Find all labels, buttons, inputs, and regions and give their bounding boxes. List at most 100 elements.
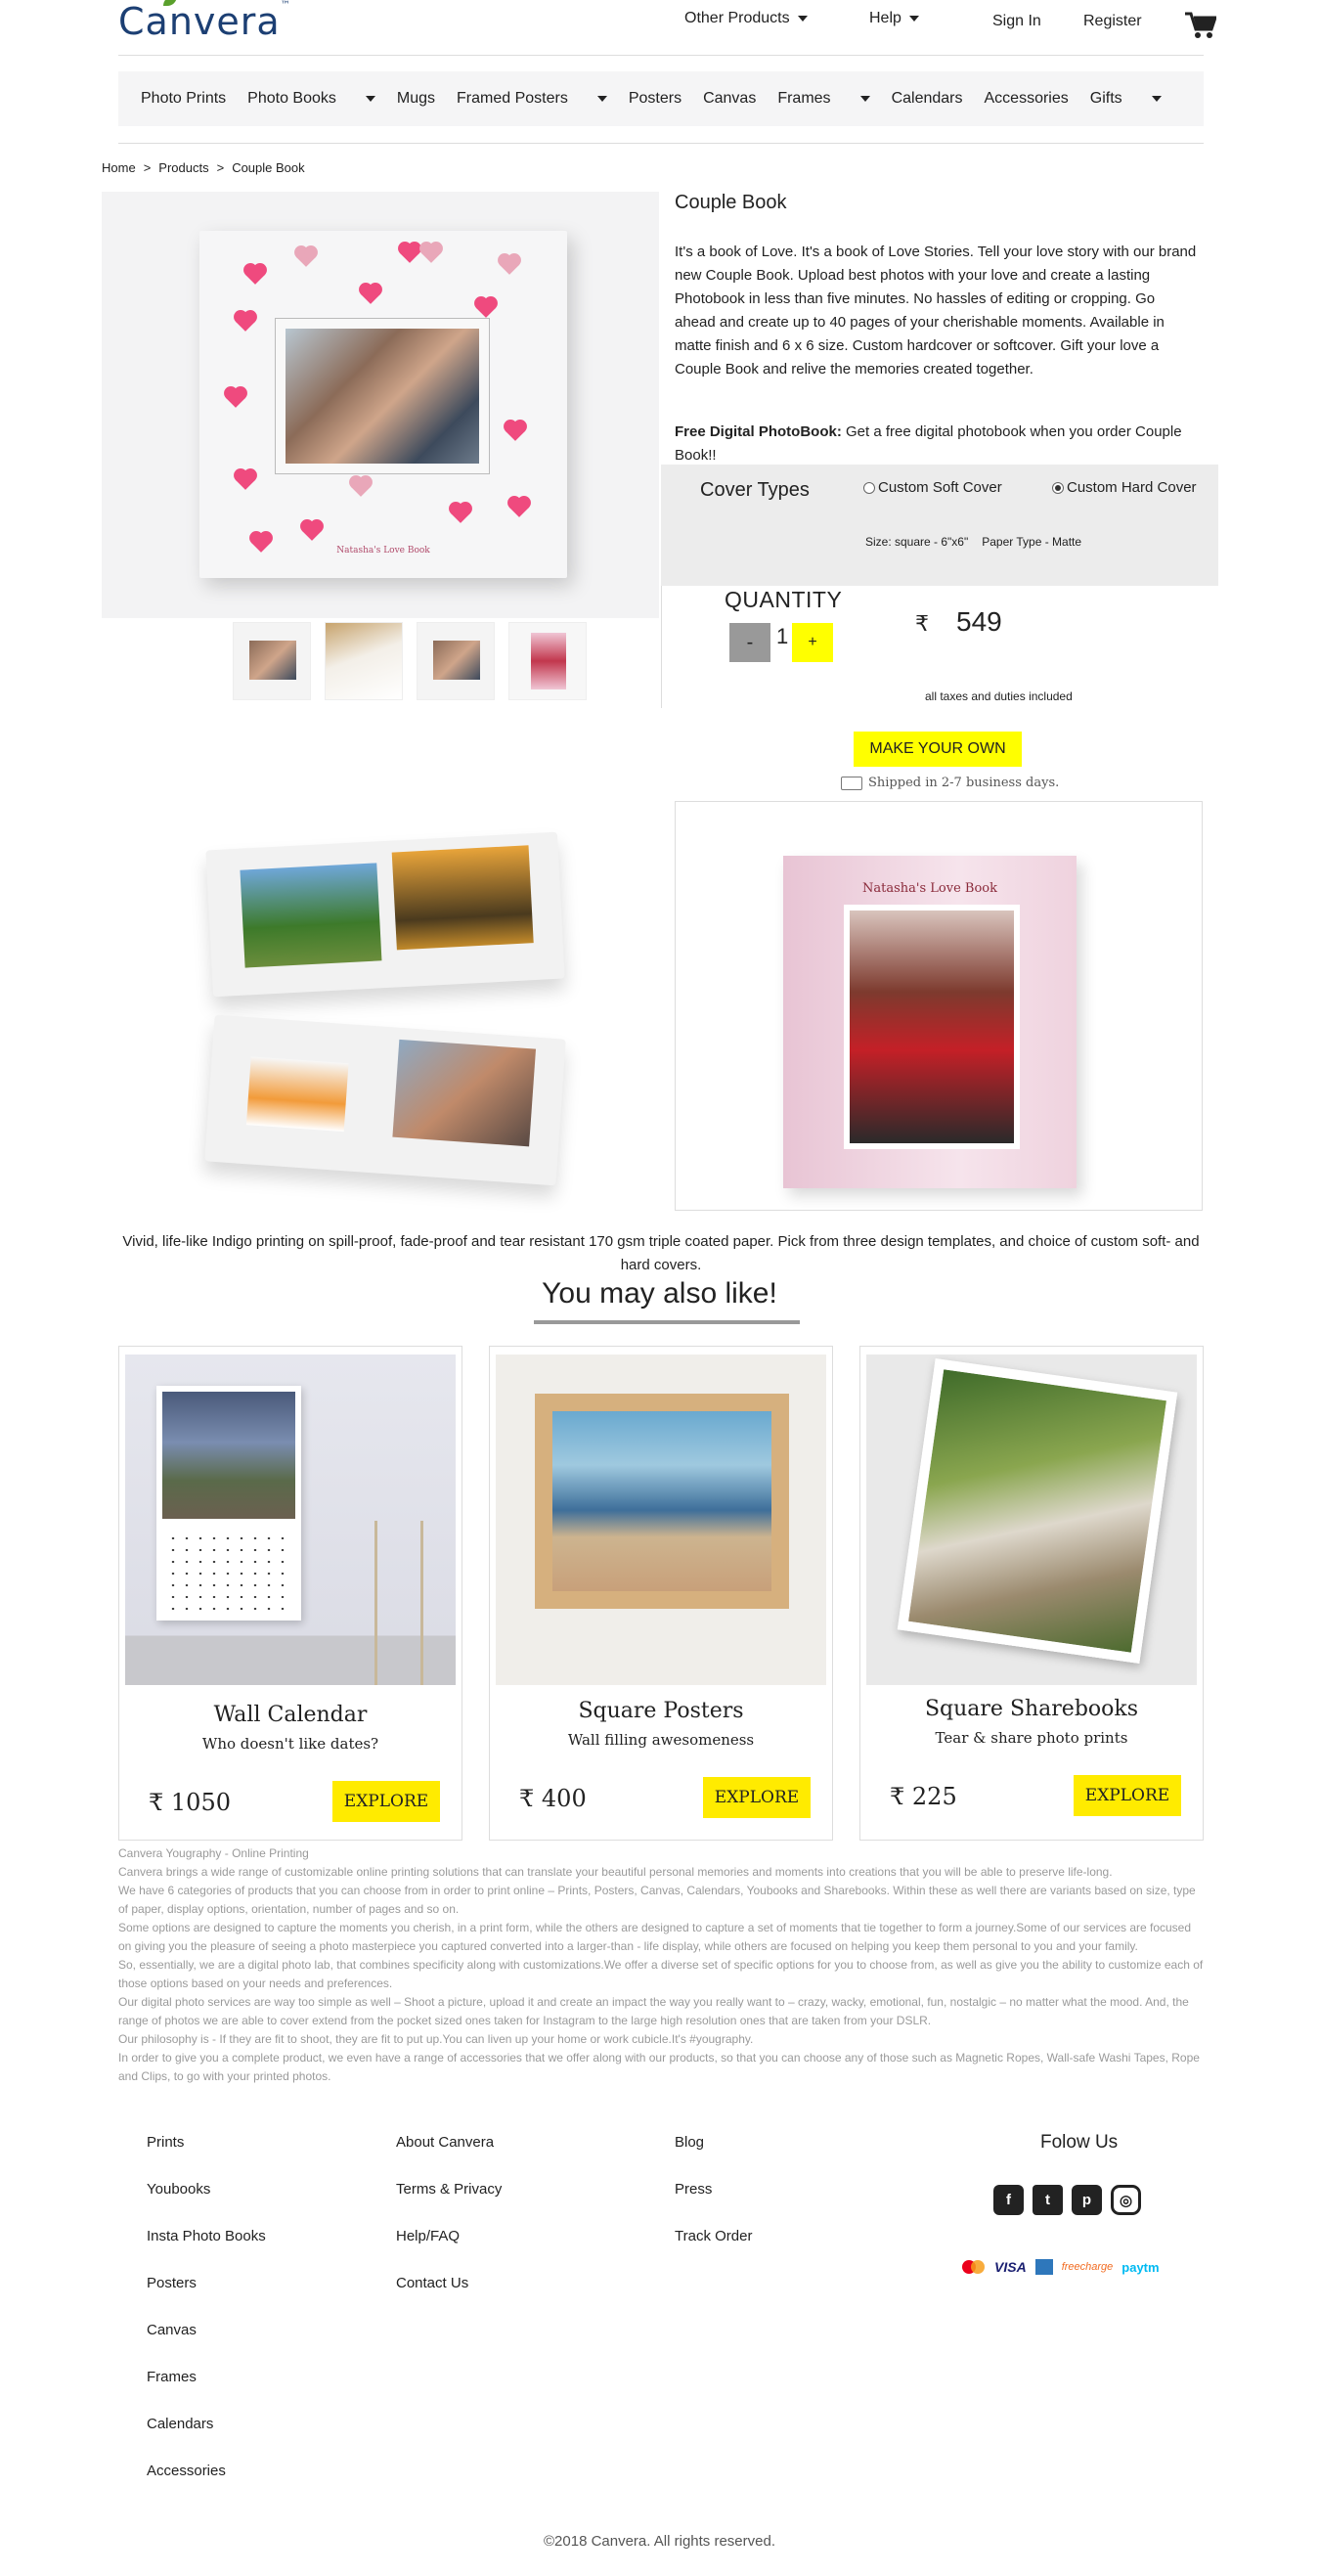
header-divider — [118, 55, 1204, 56]
card-price: ₹ 1050 — [149, 1789, 231, 1816]
cat-posters[interactable]: Posters — [629, 90, 681, 108]
card-subtitle: Tear & share photo prints — [935, 1729, 1128, 1747]
quantity-decrease-button[interactable]: - — [729, 623, 770, 662]
twitter-icon[interactable]: t — [1033, 2185, 1063, 2215]
crumb-products[interactable]: Products — [158, 160, 208, 175]
square-posters-image[interactable] — [496, 1355, 826, 1685]
radio-selected-icon — [1052, 481, 1064, 494]
cover-types-label: Cover Types — [700, 479, 810, 501]
visa-icon: VISA — [994, 2259, 1027, 2275]
heading-underline — [534, 1320, 800, 1324]
couple-photo — [844, 905, 1020, 1149]
cat-gifts[interactable]: Gifts — [1090, 90, 1162, 108]
card-title: Wall Calendar — [213, 1703, 368, 1727]
wall-calendar-image[interactable] — [125, 1355, 456, 1685]
about-text: Canvera Yougraphy - Online Printing Canv… — [118, 1846, 1204, 2083]
product-card-square-posters: Square Posters Wall filling awesomeness … — [489, 1346, 833, 1841]
cat-canvas[interactable]: Canvas — [703, 90, 756, 108]
thumbnail-strip — [233, 622, 587, 700]
footer-col-company: About Canvera Terms & Privacy Help/FAQ C… — [396, 2134, 502, 2322]
footer-link[interactable]: Press — [675, 2181, 752, 2228]
canvera-logo[interactable]: Canvera™ — [118, 0, 291, 43]
cat-frames[interactable]: Frames — [777, 90, 869, 108]
register-link[interactable]: Register — [1083, 13, 1142, 30]
card-price: ₹ 400 — [519, 1785, 587, 1812]
footer-link[interactable]: Accessories — [147, 2463, 266, 2509]
size-info: Size: square - 6"x6" Paper Type - Matte — [865, 535, 1082, 549]
cart-icon[interactable] — [1185, 12, 1218, 44]
footer-link[interactable]: Youbooks — [147, 2181, 266, 2228]
thumbnail-4[interactable] — [508, 622, 587, 700]
instagram-icon[interactable]: ◎ — [1111, 2185, 1141, 2215]
product-price: ₹549 — [915, 606, 1002, 637]
gallery-open-book-image — [141, 802, 630, 1222]
product-card-wall-calendar: Wall Calendar Who doesn't like dates? ₹ … — [118, 1346, 462, 1841]
product-title: Couple Book — [675, 192, 787, 213]
explore-button[interactable]: EXPLORE — [703, 1777, 811, 1818]
gallery-caption: Vivid, life-like Indigo printing on spil… — [122, 1233, 1200, 1273]
footer-link[interactable]: Frames — [147, 2369, 266, 2416]
cat-calendars[interactable]: Calendars — [892, 90, 963, 108]
card-title: Square Sharebooks — [924, 1697, 1139, 1721]
product-main-image: Natasha's Love Book — [102, 192, 659, 618]
square-sharebooks-image[interactable] — [866, 1355, 1197, 1685]
product-card-square-sharebooks: Square Sharebooks Tear & share photo pri… — [859, 1346, 1204, 1841]
gallery-pink-book-image: Natasha's Love Book — [675, 801, 1203, 1211]
thumbnail-1[interactable] — [233, 622, 311, 700]
mastercard-icon — [962, 2259, 986, 2275]
category-bar: Photo Prints Photo Books Mugs Framed Pos… — [118, 71, 1204, 126]
copyright: ©2018 Canvera. All rights reserved. — [543, 2533, 775, 2550]
footer-link[interactable]: Insta Photo Books — [147, 2228, 266, 2275]
footer-link[interactable]: Canvas — [147, 2322, 266, 2369]
footer-col-more: Blog Press Track Order — [675, 2134, 752, 2275]
social-links: f t p ◎ — [993, 2185, 1141, 2215]
card-subtitle: Who doesn't like dates? — [201, 1735, 379, 1753]
product-description: It's a book of Love. It's a book of Love… — [675, 244, 1197, 378]
thumbnail-2[interactable] — [325, 622, 403, 700]
shipping-info: Shipped in 2-7 business days. — [841, 776, 1059, 790]
card-price: ₹ 225 — [890, 1783, 957, 1810]
cat-mugs[interactable]: Mugs — [397, 90, 435, 108]
crumb-home[interactable]: Home — [102, 160, 136, 175]
footer-link[interactable]: Posters — [147, 2275, 266, 2322]
nav-help[interactable]: Help — [869, 10, 919, 27]
footer-link[interactable]: About Canvera — [396, 2134, 502, 2181]
footer-link[interactable]: Track Order — [675, 2228, 752, 2275]
soft-cover-radio[interactable]: Custom Soft Cover — [863, 479, 1002, 496]
pinterest-icon[interactable]: p — [1072, 2185, 1102, 2215]
also-like-heading: You may also like! — [542, 1277, 777, 1310]
card-title: Square Posters — [578, 1699, 744, 1723]
freecharge-icon: freecharge — [1061, 2261, 1114, 2273]
footer-link[interactable]: Calendars — [147, 2416, 266, 2463]
free-digital-note: Free Digital PhotoBook: Get a free digit… — [675, 423, 1182, 464]
cat-framed-posters[interactable]: Framed Posters — [457, 90, 607, 108]
quantity-increase-button[interactable]: + — [792, 623, 833, 662]
footer-col-products: Prints Youbooks Insta Photo Books Poster… — [147, 2134, 266, 2509]
couple-photo — [275, 318, 490, 474]
paytm-icon: paytm — [1121, 2259, 1160, 2275]
book-caption: Natasha's Love Book — [336, 546, 430, 555]
cat-photo-prints[interactable]: Photo Prints — [141, 90, 226, 108]
quantity-value: 1 — [776, 624, 789, 648]
footer-link[interactable]: Contact Us — [396, 2275, 502, 2322]
footer-link[interactable]: Help/FAQ — [396, 2228, 502, 2275]
quantity-label: QUANTITY — [725, 587, 843, 612]
footer-link[interactable]: Terms & Privacy — [396, 2181, 502, 2228]
thumbnail-3[interactable] — [417, 622, 495, 700]
explore-button[interactable]: EXPLORE — [1074, 1775, 1181, 1816]
cat-photo-books[interactable]: Photo Books — [247, 90, 375, 108]
cat-accessories[interactable]: Accessories — [985, 90, 1069, 108]
radio-icon — [863, 481, 875, 494]
make-your-own-button[interactable]: MAKE YOUR OWN — [854, 732, 1022, 767]
hard-cover-radio[interactable]: Custom Hard Cover — [1052, 479, 1197, 496]
facebook-icon[interactable]: f — [993, 2185, 1024, 2215]
sign-in-link[interactable]: Sign In — [992, 13, 1041, 30]
amex-icon — [1034, 2259, 1053, 2275]
footer-link[interactable]: Prints — [147, 2134, 266, 2181]
explore-button[interactable]: EXPLORE — [332, 1781, 440, 1822]
taxes-note: all taxes and duties included — [925, 689, 1073, 703]
nav-other-products[interactable]: Other Products — [684, 10, 808, 27]
breadcrumb: Home > Products > Couple Book — [102, 160, 305, 175]
footer-link[interactable]: Blog — [675, 2134, 752, 2181]
payment-methods: VISA freecharge paytm — [962, 2259, 1160, 2275]
